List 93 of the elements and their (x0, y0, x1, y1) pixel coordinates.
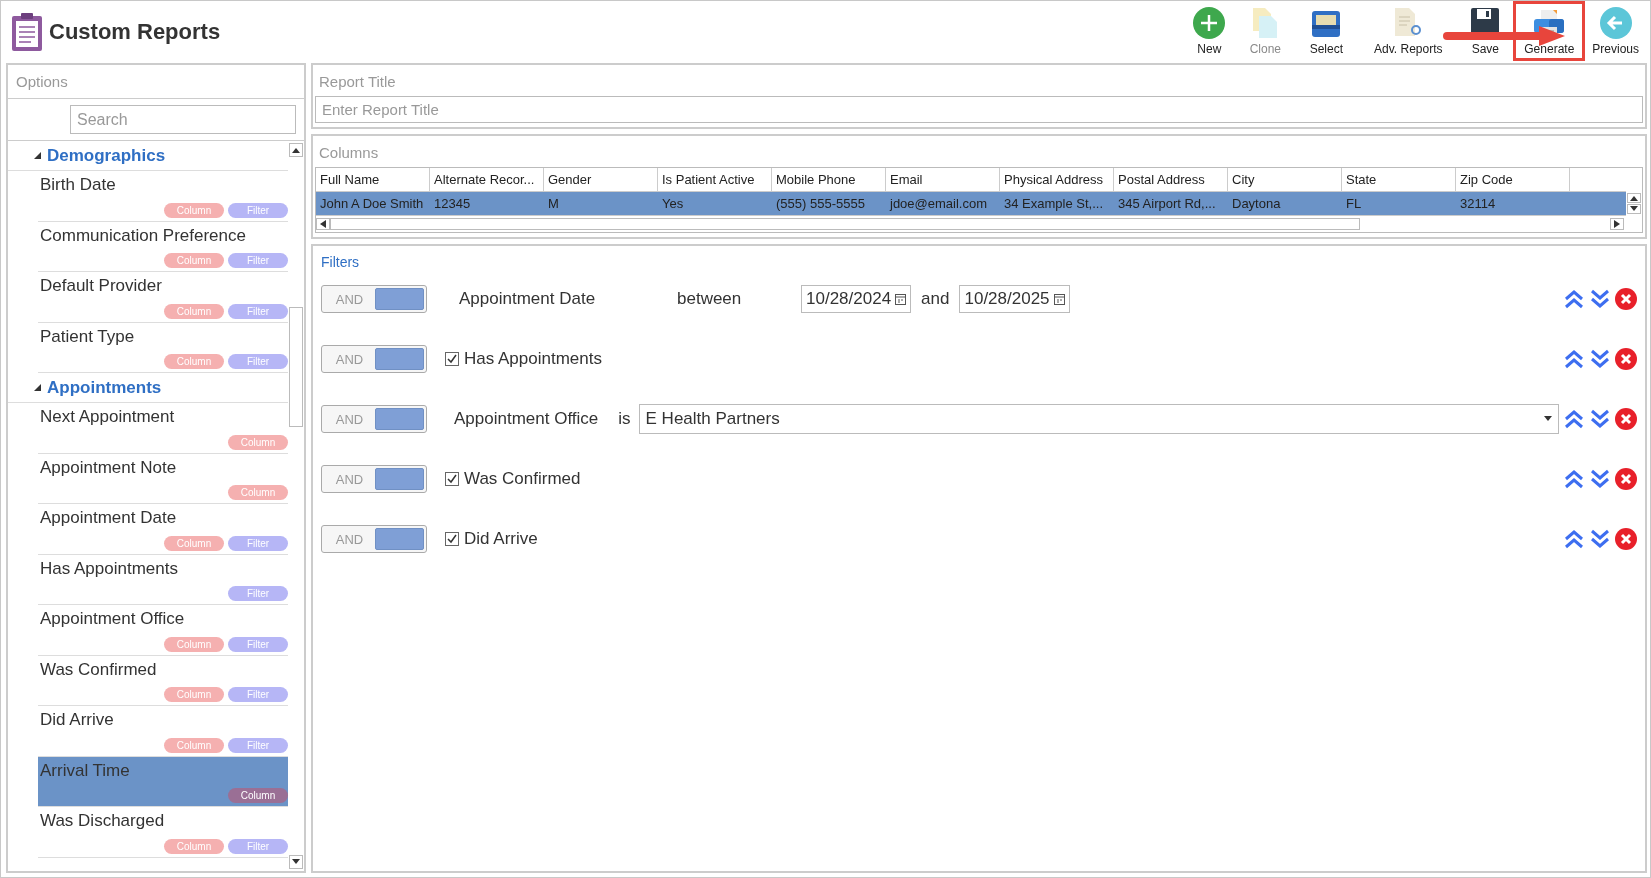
move-up-icon[interactable] (1563, 288, 1585, 310)
move-down-icon[interactable] (1589, 288, 1611, 310)
column-tag[interactable]: Column (228, 788, 288, 803)
option-item[interactable]: Has Appointments Filter (38, 554, 288, 605)
filter-relation: is (618, 409, 631, 429)
move-down-icon[interactable] (1589, 528, 1611, 550)
scrollbar-thumb[interactable] (289, 307, 303, 427)
scroll-right-button[interactable] (1610, 218, 1624, 230)
column-header[interactable]: Postal Address (1114, 168, 1228, 191)
column-header[interactable]: Zip Code (1456, 168, 1570, 191)
option-item[interactable]: Arrival Time Column (38, 756, 288, 807)
move-up-icon[interactable] (1563, 348, 1585, 370)
plus-icon (1193, 7, 1226, 39)
filter-checkbox[interactable] (445, 532, 459, 546)
table-cell-text: John A Doe Smith (319, 195, 425, 213)
table-cell-text: jdoe@email.com (888, 195, 988, 213)
table-cell-text: Yes (661, 195, 685, 213)
section-title: Filters (320, 253, 361, 272)
scroll-down-button[interactable] (1627, 204, 1641, 214)
up-arrow-icon (292, 147, 300, 153)
report-title-field[interactable]: Enter Report Title (315, 96, 1643, 123)
column-header[interactable]: Alternate Recor... (430, 168, 544, 191)
table-row[interactable]: John A Doe Smith 12345 M Yes (555) 555-5555 jdoe@email.com 34 Example St,... 345 Airport Rd,... Daytona FL 32114 (316, 192, 1626, 216)
table-cell-text: 12345 (433, 195, 472, 213)
copy-icon (1251, 7, 1280, 39)
column-header[interactable]: City (1228, 168, 1342, 191)
table-cell-text: Daytona (1231, 195, 1282, 213)
from-date-field[interactable]: 10/28/2024 (801, 285, 912, 313)
option-item[interactable]: Appointment Note Column (38, 453, 288, 504)
down-arrow-icon (292, 859, 300, 865)
filter-relation: between (677, 289, 743, 309)
move-down-icon[interactable] (1589, 408, 1611, 430)
window-title: Custom Reports (49, 19, 221, 45)
option-item[interactable]: Next Appointment Column (38, 403, 288, 454)
scroll-up-button[interactable] (289, 143, 303, 157)
toolbar-button[interactable]: Save (1457, 1, 1514, 61)
toolbar-button[interactable]: New (1181, 1, 1238, 61)
table-cell-text: (555) 555-5555 (775, 195, 866, 213)
column-header[interactable]: Mobile Phone (772, 168, 886, 191)
table-cell-text: FL (1345, 195, 1363, 213)
calendar-icon[interactable] (895, 293, 907, 305)
move-down-icon[interactable] (1589, 348, 1611, 370)
to-date-field[interactable]: 10/28/2025 (959, 285, 1070, 313)
collapse-caret-icon[interactable] (34, 384, 41, 391)
group-header[interactable]: Demographics (8, 141, 288, 171)
table-cell-text: 34 Example St,... (1003, 195, 1104, 213)
scroll-up-button[interactable] (1627, 193, 1641, 203)
remove-icon[interactable] (1615, 408, 1637, 430)
column-header[interactable]: State (1342, 168, 1456, 191)
collapse-caret-icon[interactable] (34, 152, 41, 159)
remove-icon[interactable] (1615, 288, 1637, 310)
table-cell-text: 32114 (1459, 195, 1497, 213)
scrollbar-thumb[interactable] (330, 218, 1360, 230)
left-arrow-icon (320, 220, 326, 228)
filter-field-label: Has Appointments (464, 349, 602, 369)
scroll-down-button[interactable] (289, 855, 303, 869)
group-header[interactable]: Appointments (8, 373, 288, 403)
column-header[interactable]: Physical Address (1000, 168, 1114, 191)
column-header[interactable]: Email (886, 168, 1000, 191)
toolbar-button[interactable]: Select (1293, 1, 1360, 61)
down-arrow-icon (1630, 206, 1638, 212)
calendar-icon[interactable] (1053, 293, 1065, 305)
filter-joiner: and (921, 289, 950, 309)
filter-checkbox[interactable] (445, 472, 459, 486)
column-header[interactable]: Full Name (316, 168, 430, 191)
column-header[interactable]: Is Patient Active (658, 168, 772, 191)
clipboard-icon (11, 12, 43, 52)
down-arrow-icon (1544, 416, 1552, 422)
filter-field-label: Appointment Date (459, 289, 597, 309)
column-header[interactable]: Gender (544, 168, 658, 191)
filter-field-label: Did Arrive (464, 529, 538, 549)
move-down-icon[interactable] (1589, 468, 1611, 490)
filter-checkbox[interactable] (445, 352, 459, 366)
remove-icon[interactable] (1615, 468, 1637, 490)
move-up-icon[interactable] (1563, 408, 1585, 430)
table-cell-text: 345 Airport Rd,... (1117, 195, 1217, 213)
search-field[interactable]: Search (70, 105, 296, 134)
up-arrow-icon (1630, 195, 1638, 201)
remove-icon[interactable] (1615, 348, 1637, 370)
toolbar-button[interactable]: Adv. Reports (1359, 1, 1458, 61)
section-title: Columns (318, 143, 380, 163)
right-arrow-icon (1614, 220, 1620, 228)
move-up-icon[interactable] (1563, 468, 1585, 490)
filter-field-label: Appointment Office (454, 409, 599, 429)
table-cell-text: M (547, 195, 560, 213)
move-up-icon[interactable] (1563, 528, 1585, 550)
scroll-left-button[interactable] (316, 218, 330, 230)
toolbar-button[interactable]: Previous (1585, 1, 1646, 61)
remove-icon[interactable] (1615, 528, 1637, 550)
office-dropdown[interactable]: E Health Partners (638, 404, 1559, 434)
filter-field-label: Was Confirmed (464, 469, 581, 489)
panel-title: Options (8, 65, 304, 99)
section-title: Report Title (318, 72, 397, 92)
